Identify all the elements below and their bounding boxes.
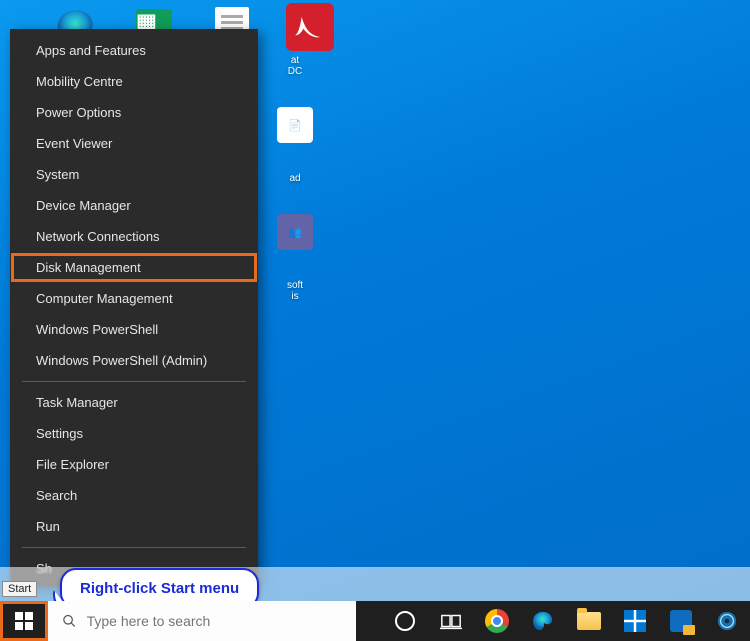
winx-item-search[interactable]: Search [10, 480, 258, 511]
teams-icon: 👥 [277, 214, 313, 250]
winx-item-disk-management[interactable]: Disk Management [10, 252, 258, 283]
folder-icon [577, 612, 601, 630]
cortana-button[interactable] [382, 601, 428, 641]
winx-item-run[interactable]: Run [10, 511, 258, 542]
menu-separator [22, 547, 246, 548]
taskbar-search[interactable] [48, 601, 356, 641]
taskbar-app-store[interactable] [612, 601, 658, 641]
winx-item-settings[interactable]: Settings [10, 418, 258, 449]
winx-item-file-explorer[interactable]: File Explorer [10, 449, 258, 480]
winx-item-event-viewer[interactable]: Event Viewer [10, 128, 258, 159]
taskbar-app-outlook[interactable] [658, 601, 704, 641]
windows-logo-icon [15, 612, 33, 630]
desktop-icon-acrobat[interactable] [286, 3, 334, 51]
outlook-icon [670, 610, 692, 632]
disc-icon [716, 610, 738, 632]
task-view-icon [440, 610, 462, 632]
start-button[interactable] [0, 601, 48, 641]
taskbar [0, 601, 750, 641]
desktop-item[interactable]: 👥 [270, 214, 320, 250]
winx-item-apps-and-features[interactable]: Apps and Features [10, 35, 258, 66]
desktop-item[interactable]: softis [270, 280, 320, 302]
chrome-icon [485, 609, 509, 633]
winx-item-windows-powershell[interactable]: Windows PowerShell [10, 314, 258, 345]
winx-item-windows-powershell-admin[interactable]: Windows PowerShell (Admin) [10, 345, 258, 376]
desktop-item[interactable]: 📄 [270, 107, 320, 143]
desktop-item[interactable]: ad [270, 173, 320, 184]
menu-separator [22, 381, 246, 382]
start-button-tooltip: Start [2, 581, 37, 597]
desktop-icons-column: atDC 📄 ad 👥 softis [270, 55, 320, 302]
winx-item-network-connections[interactable]: Network Connections [10, 221, 258, 252]
taskbar-app-chrome[interactable] [474, 601, 520, 641]
winx-item-mobility-centre[interactable]: Mobility Centre [10, 66, 258, 97]
taskbar-app-file-explorer[interactable] [566, 601, 612, 641]
winx-item-task-manager[interactable]: Task Manager [10, 387, 258, 418]
winx-item-system[interactable]: System [10, 159, 258, 190]
edge-icon [532, 610, 554, 632]
taskbar-app-groove[interactable] [704, 601, 750, 641]
winx-item-device-manager[interactable]: Device Manager [10, 190, 258, 221]
taskbar-app-edge[interactable] [520, 601, 566, 641]
desktop-item[interactable]: atDC [270, 55, 320, 77]
search-icon [62, 613, 77, 629]
store-icon [624, 610, 646, 632]
taskbar-pinned-apps [382, 601, 750, 641]
task-view-button[interactable] [428, 601, 474, 641]
search-input[interactable] [87, 613, 342, 629]
winx-item-power-options[interactable]: Power Options [10, 97, 258, 128]
winx-item-computer-management[interactable]: Computer Management [10, 283, 258, 314]
winx-context-menu: Apps and Features Mobility Centre Power … [10, 29, 258, 587]
generic-file-icon: 📄 [277, 107, 313, 143]
cortana-icon [395, 611, 415, 631]
